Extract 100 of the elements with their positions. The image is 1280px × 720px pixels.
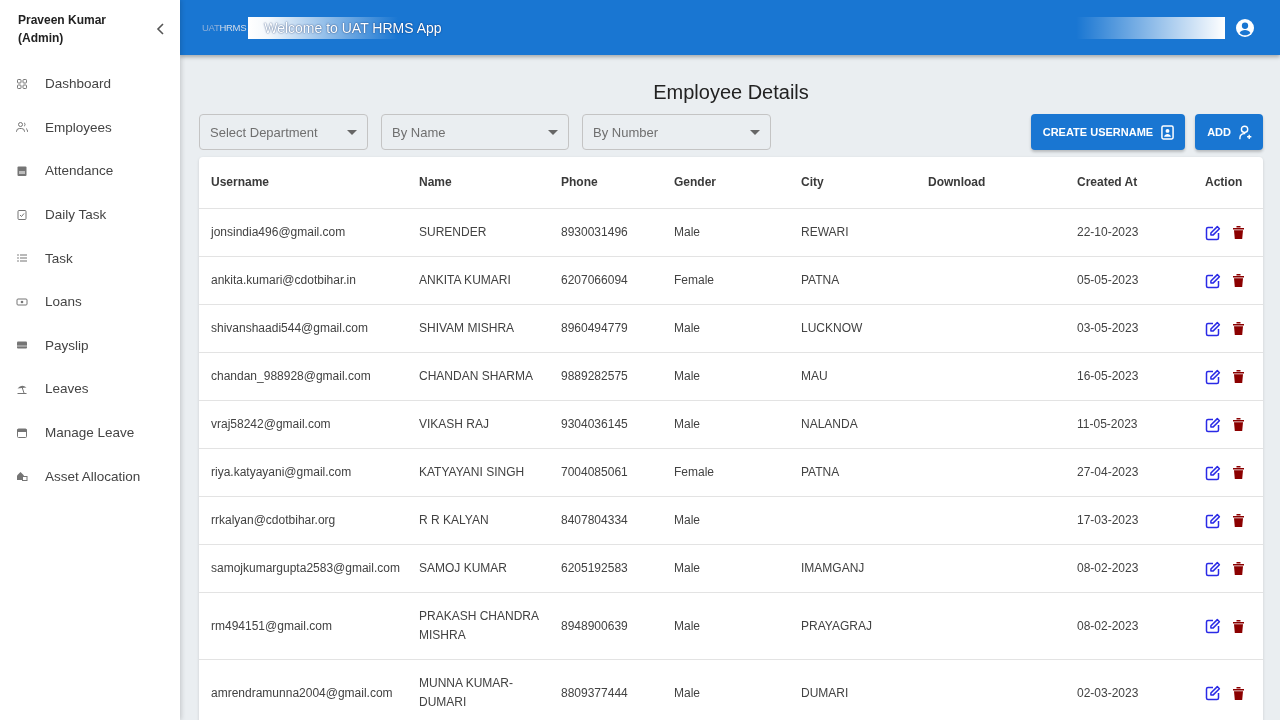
delete-button[interactable] bbox=[1233, 514, 1244, 528]
add-button[interactable]: ADD bbox=[1195, 114, 1263, 150]
edit-button[interactable] bbox=[1205, 320, 1221, 337]
trash-icon bbox=[1233, 370, 1244, 384]
delete-button[interactable] bbox=[1233, 322, 1244, 336]
edit-button[interactable] bbox=[1205, 416, 1221, 433]
calendar-icon bbox=[16, 426, 28, 439]
table-cell: 08-02-2023 bbox=[1065, 592, 1193, 660]
table-cell: Male bbox=[662, 496, 789, 545]
edit-icon bbox=[1205, 272, 1221, 289]
delete-button[interactable] bbox=[1233, 370, 1244, 384]
sidebar-item[interactable]: Dashboard bbox=[0, 62, 180, 106]
house-icon bbox=[16, 470, 28, 483]
table-cell: PATNA bbox=[789, 256, 916, 305]
edit-button[interactable] bbox=[1205, 224, 1221, 241]
delete-button[interactable] bbox=[1233, 686, 1244, 700]
delete-button[interactable] bbox=[1233, 274, 1244, 288]
table-cell: 08-02-2023 bbox=[1065, 544, 1193, 593]
sidebar-item[interactable]: Manage Leave bbox=[0, 410, 180, 455]
sidebar-item[interactable]: Leaves bbox=[0, 367, 180, 411]
table-cell: rm494151@gmail.com bbox=[199, 592, 407, 660]
people-icon bbox=[16, 121, 28, 134]
checked-box-icon bbox=[16, 208, 28, 221]
table-cell: Male bbox=[662, 304, 789, 353]
sidebar-item[interactable]: Payslip bbox=[0, 323, 180, 368]
trash-icon bbox=[1233, 466, 1244, 480]
caret-icon bbox=[548, 129, 558, 135]
trash-icon bbox=[1233, 322, 1244, 336]
edit-button[interactable] bbox=[1205, 618, 1221, 635]
trash-icon bbox=[1233, 274, 1244, 288]
caret-icon bbox=[347, 129, 357, 135]
card-icon bbox=[16, 339, 28, 352]
calendar-icon bbox=[16, 165, 28, 177]
delete-button[interactable] bbox=[1233, 562, 1244, 576]
edit-icon bbox=[1205, 512, 1221, 529]
sidebar-item[interactable]: Daily Task bbox=[0, 192, 180, 237]
table-cell: SAMOJ KUMAR bbox=[407, 544, 549, 593]
delete-button[interactable] bbox=[1233, 619, 1244, 633]
sidebar-item[interactable]: Employees bbox=[0, 105, 180, 150]
create-username-button[interactable]: CREATE USERNAME bbox=[1030, 114, 1186, 150]
table-cell: 9304036145 bbox=[549, 400, 662, 449]
sidebar-item[interactable]: Task bbox=[0, 236, 180, 280]
edit-icon bbox=[1205, 368, 1221, 385]
edit-button[interactable] bbox=[1205, 685, 1221, 702]
table-cell: 9889282575 bbox=[549, 352, 662, 401]
table-cell: PATNA bbox=[789, 448, 916, 497]
table-cell: 6207066094 bbox=[549, 256, 662, 305]
table-cell: riya.katyayani@gmail.com bbox=[199, 448, 407, 497]
table-cell: DUMARI bbox=[789, 659, 916, 720]
edit-button[interactable] bbox=[1205, 560, 1221, 577]
select-field[interactable]: Select Department bbox=[199, 114, 368, 150]
select-field[interactable]: By Number bbox=[582, 114, 771, 150]
table-cell: chandan_988928@gmail.com bbox=[199, 352, 407, 401]
sidebar-item[interactable]: Loans bbox=[0, 279, 180, 324]
table-cell: Male bbox=[662, 400, 789, 449]
delete-button[interactable] bbox=[1233, 466, 1244, 480]
table-cell: 11-05-2023 bbox=[1065, 400, 1193, 449]
grid-icon bbox=[16, 77, 28, 90]
select-field[interactable]: By Name bbox=[381, 114, 569, 150]
edit-button[interactable] bbox=[1205, 368, 1221, 385]
table-cell: 8809377444 bbox=[549, 659, 662, 720]
edit-button[interactable] bbox=[1205, 464, 1221, 481]
table-cell: ANKITA KUMARI bbox=[407, 256, 549, 305]
table-cell: PRAKASH CHANDRA MISHRA bbox=[407, 592, 549, 660]
table-cell: 7004085061 bbox=[549, 448, 662, 497]
table-cell: 22-10-2023 bbox=[1065, 208, 1193, 257]
table-cell: amrendramunna2004@gmail.com bbox=[199, 659, 407, 720]
table-cell: 16-05-2023 bbox=[1065, 352, 1193, 401]
table-cell: IMAMGANJ bbox=[789, 544, 916, 593]
edit-button[interactable] bbox=[1205, 272, 1221, 289]
column-header: Created At bbox=[1065, 157, 1193, 209]
user-name: Praveen Kumar (Admin) bbox=[18, 12, 108, 47]
table-cell: 8960494779 bbox=[549, 304, 662, 353]
table-cell: 27-04-2023 bbox=[1065, 448, 1193, 497]
user-circle-icon[interactable] bbox=[1236, 18, 1254, 37]
table-cell: shivanshaadi544@gmail.com bbox=[199, 304, 407, 353]
column-header: Action bbox=[1193, 157, 1263, 209]
trash-icon bbox=[1233, 686, 1244, 700]
sidebar-item[interactable]: Attendance bbox=[0, 149, 180, 193]
table-cell: VIKASH RAJ bbox=[407, 400, 549, 449]
column-header: Gender bbox=[662, 157, 789, 209]
banknote-icon bbox=[16, 295, 28, 308]
table-cell: KATYAYANI SINGH bbox=[407, 448, 549, 497]
delete-button[interactable] bbox=[1233, 418, 1244, 432]
delete-button[interactable] bbox=[1233, 226, 1244, 240]
table-cell: Male bbox=[662, 659, 789, 720]
sidebar-item[interactable]: Asset Allocation bbox=[0, 454, 180, 498]
table-cell: 8930031496 bbox=[549, 208, 662, 257]
chevron-left-icon[interactable] bbox=[156, 23, 164, 35]
table-cell: Male bbox=[662, 208, 789, 257]
table-cell: rrkalyan@cdotbihar.org bbox=[199, 496, 407, 545]
table-cell: Female bbox=[662, 448, 789, 497]
document-person-icon bbox=[1161, 124, 1175, 140]
table-cell: R R KALYAN bbox=[407, 496, 549, 545]
person-add-icon bbox=[1239, 124, 1252, 140]
table-cell: ankita.kumari@cdotbihar.in bbox=[199, 256, 407, 305]
edit-button[interactable] bbox=[1205, 512, 1221, 529]
edit-icon bbox=[1205, 560, 1221, 577]
edit-icon bbox=[1205, 618, 1221, 635]
list-icon bbox=[16, 252, 28, 265]
